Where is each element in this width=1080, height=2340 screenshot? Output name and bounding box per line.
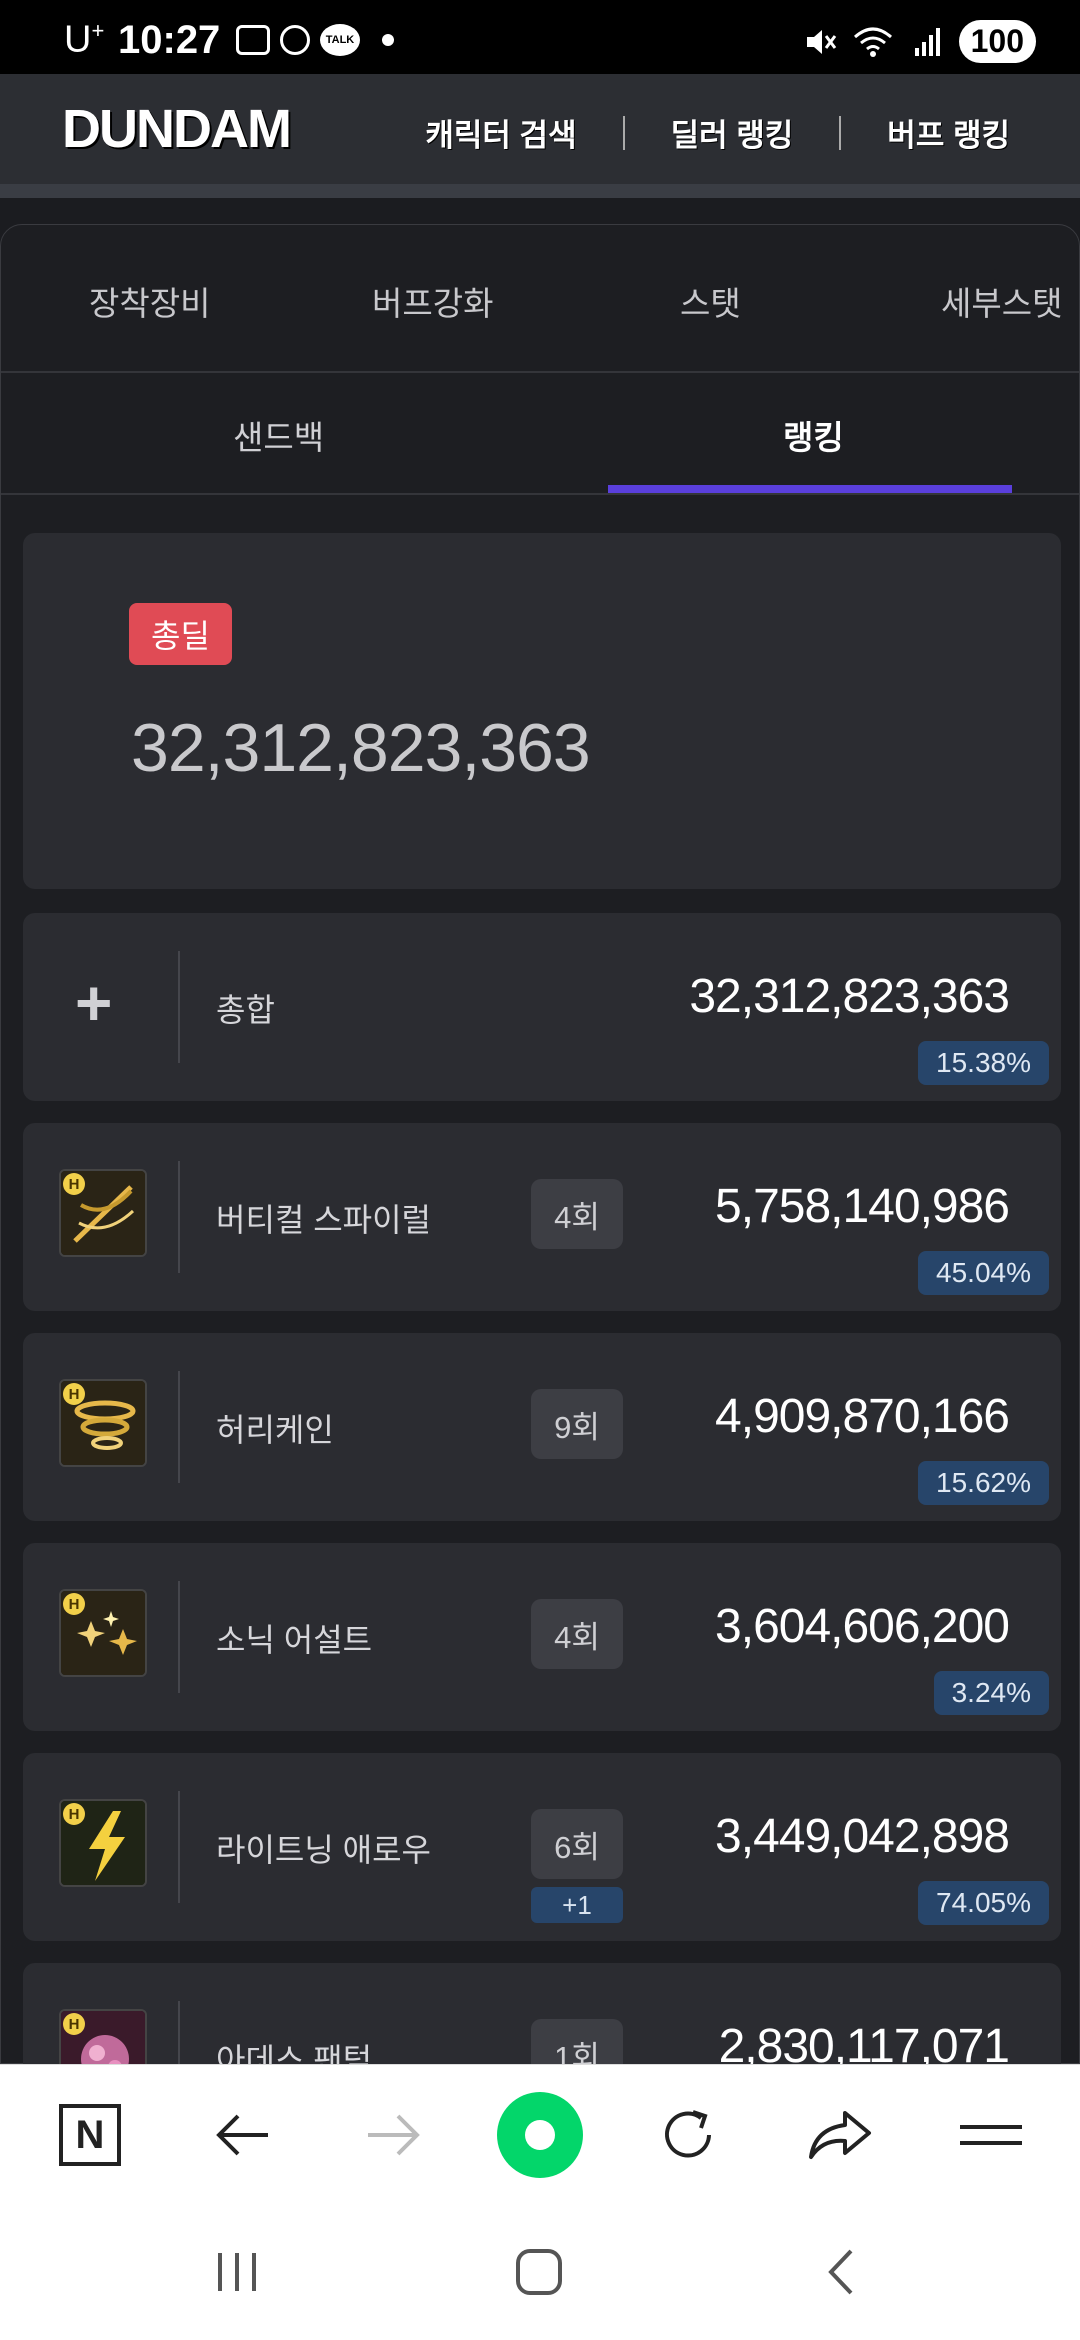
hit-count: 4회 [531, 1599, 623, 1669]
naver-n-icon: N [59, 2104, 121, 2166]
home-button[interactable] [504, 2244, 574, 2300]
share-icon [809, 2111, 871, 2159]
site-logo[interactable]: DUNDAM [62, 98, 292, 160]
header-divider [0, 184, 1080, 198]
gallery-icon [236, 25, 270, 55]
tab-buff-enhance[interactable]: 버프강화 [372, 277, 493, 325]
row-divider [178, 1791, 180, 1903]
menu-button[interactable] [953, 2097, 1029, 2173]
h-badge-icon: H [63, 1383, 85, 1405]
skill-name: 버티컬 스파이럴 [216, 1202, 431, 1238]
damage-row-skill[interactable]: H 버티컬 스파이럴 4회 5,758,140,986 45.04% [23, 1123, 1061, 1311]
damage-row-skill[interactable]: H 소닉 어설트 4회 3,604,606,200 3.24% [23, 1543, 1061, 1731]
green-dot-button[interactable] [497, 2092, 583, 2178]
nav-buff-ranking[interactable]: 버프 랭킹 [887, 110, 1010, 155]
mute-icon [806, 29, 836, 54]
home-icon [516, 2249, 562, 2295]
status-bar: U+ 10:27 TALK 100 [0, 0, 1080, 74]
back-arrow-icon [216, 2114, 268, 2156]
skill-percent-badge: 3.24% [933, 1671, 1049, 1715]
hurricane-skill-icon: H [59, 1379, 147, 1467]
tab-stats[interactable]: 스탯 [680, 277, 741, 325]
menu-icon [960, 2125, 1022, 2145]
total-damage-badge: 총딜 [129, 603, 232, 665]
reload-icon [665, 2110, 711, 2158]
nav-separator [839, 115, 842, 150]
call-icon [280, 25, 310, 55]
skill-name: 허리케인 [216, 1412, 334, 1448]
hit-count: 6회 [531, 1809, 623, 1879]
system-back-button[interactable] [806, 2244, 876, 2300]
green-dot-icon [497, 2092, 583, 2178]
nav-character-search[interactable]: 캐릭터 검색 [425, 110, 576, 155]
share-button[interactable] [802, 2097, 878, 2173]
forward-arrow-icon [368, 2114, 420, 2156]
recent-apps-button[interactable] [202, 2244, 272, 2300]
tab-ranking[interactable]: 랭킹 [783, 411, 844, 459]
carrier-label: U+ [64, 18, 105, 61]
h-badge-icon: H [63, 1803, 85, 1825]
total-damage-card: 총딜 32,312,823,363 [23, 533, 1061, 889]
skill-percent-badge: 15.62% [918, 1461, 1049, 1505]
reload-button[interactable] [650, 2097, 726, 2173]
wifi-icon [853, 27, 892, 57]
skill-damage: 3,604,606,200 [715, 1600, 1010, 1653]
main-nav: 캐릭터 검색 딜러 랭킹 버프 랭킹 [425, 110, 1010, 155]
skill-damage: 4,909,870,166 [715, 1390, 1010, 1443]
active-tab-indicator [608, 485, 1012, 493]
recent-apps-icon [218, 2253, 256, 2291]
expand-plus-icon[interactable]: + [75, 971, 112, 1035]
row-divider [178, 1161, 180, 1273]
naver-home-button[interactable]: N [52, 2097, 128, 2173]
clock: 10:27 [118, 18, 221, 62]
skill-percent-badge: 74.05% [918, 1881, 1049, 1925]
sub-tabs: 샌드백 랭킹 [1, 375, 1079, 495]
skill-name: 총합 [216, 992, 275, 1028]
skill-damage: 32,312,823,363 [689, 970, 1010, 1023]
total-damage-value: 32,312,823,363 [131, 710, 591, 786]
kakaotalk-icon: TALK [320, 24, 360, 56]
damage-row-skill[interactable]: H 허리케인 9회 4,909,870,166 15.62% [23, 1333, 1061, 1521]
hit-count: 4회 [531, 1179, 623, 1249]
forward-button[interactable] [356, 2097, 432, 2173]
nav-separator [622, 115, 625, 150]
skill-damage: 3,449,042,898 [715, 1810, 1010, 1863]
h-badge-icon: H [63, 2013, 85, 2035]
row-divider [178, 951, 180, 1063]
hit-bonus-badge: +1 [531, 1887, 623, 1923]
more-notifications-dot [382, 34, 394, 46]
skill-name: 라이트닝 애로우 [216, 1832, 431, 1868]
skill-damage: 5,758,140,986 [715, 1180, 1010, 1233]
skill-percent-badge: 45.04% [918, 1251, 1049, 1295]
lightning-arrow-skill-icon: H [59, 1799, 147, 1887]
row-divider [178, 1581, 180, 1693]
vertical-spiral-skill-icon: H [59, 1169, 147, 1257]
row-divider [178, 1371, 180, 1483]
browser-toolbar: N [0, 2064, 1080, 2204]
damage-row-total[interactable]: + 총합 32,312,823,363 15.38% [23, 913, 1061, 1101]
status-right: 100 [803, 20, 1036, 63]
back-button[interactable] [204, 2097, 280, 2173]
chevron-left-icon [828, 2249, 853, 2295]
tab-sandbag[interactable]: 샌드백 [233, 411, 324, 459]
site-header: DUNDAM 캐릭터 검색 딜러 랭킹 버프 랭킹 [0, 74, 1080, 184]
nav-dealer-ranking[interactable]: 딜러 랭킹 [671, 110, 794, 155]
skill-percent-badge: 15.38% [918, 1041, 1049, 1085]
tab-equipment[interactable]: 장착장비 [89, 277, 210, 325]
signal-icon [914, 27, 940, 56]
h-badge-icon: H [63, 1173, 85, 1195]
battery-indicator: 100 [958, 20, 1036, 63]
skill-name: 소닉 어설트 [216, 1622, 373, 1658]
h-badge-icon: H [63, 1593, 85, 1615]
tab-detail-stats[interactable]: 세부스탯 [941, 277, 1062, 325]
sonic-assault-skill-icon: H [59, 1589, 147, 1677]
damage-row-skill[interactable]: H 라이트닝 애로우 6회 +1 3,449,042,898 74.05% [23, 1753, 1061, 1941]
notification-icons: TALK [236, 24, 394, 56]
hit-count: 9회 [531, 1389, 623, 1459]
system-navigation-bar [0, 2204, 1080, 2340]
top-tabs: 장착장비 버프강화 스탯 세부스탯 [1, 225, 1079, 373]
character-panel: 장착장비 버프강화 스탯 세부스탯 샌드백 랭킹 총딜 32,312,823,3… [0, 224, 1080, 2151]
